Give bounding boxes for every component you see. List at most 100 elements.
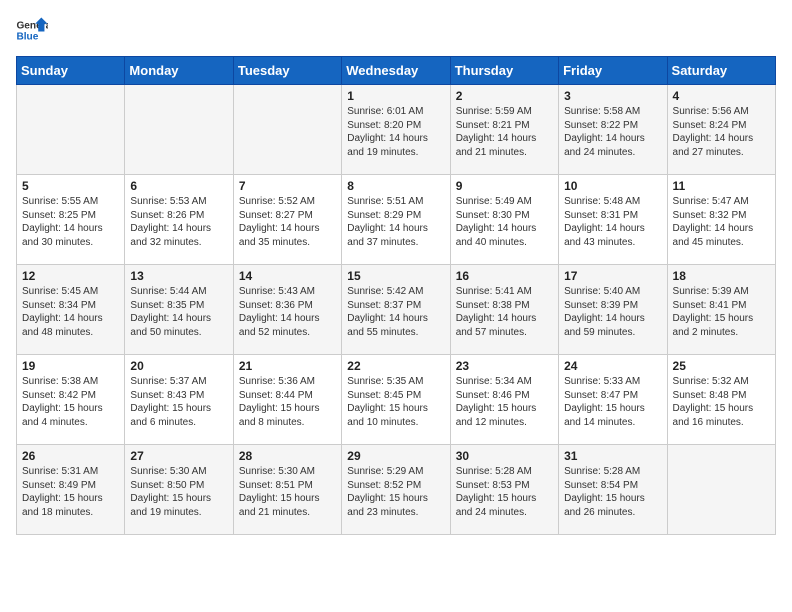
calendar-cell-w5-d3: 29 Sunrise: 5:29 AM Sunset: 8:52 PM Dayli… [342,445,450,535]
cell-daylight-info: Sunrise: 5:33 AM Sunset: 8:47 PM Dayligh… [564,375,661,429]
logo: General Blue [16,16,48,44]
day-number: 30 [456,449,553,463]
day-number: 5 [22,179,119,193]
day-number: 20 [130,359,227,373]
cell-daylight-info: Sunrise: 5:28 AM Sunset: 8:53 PM Dayligh… [456,465,553,519]
calendar-cell-w4-d3: 22Sunrise: 5:35 AM Sunset: 8:45 PM Dayli… [342,355,450,445]
calendar-cell-w1-d3: 1 Sunrise: 6:01 AM Sunset: 8:20 PM Daylig… [342,85,450,175]
calendar-week-5: 26Sunrise: 5:31 AM Sunset: 8:49 PM Dayli… [17,445,776,535]
calendar-cell-w1-d0 [17,85,125,175]
cell-daylight-info: Sunrise: 5:49 AM Sunset: 8:30 PM Dayligh… [456,195,553,249]
calendar-cell-w2-d5: 10Sunrise: 5:48 AM Sunset: 8:31 PM Dayli… [559,175,667,265]
cell-daylight-info: Sunrise: 5:58 AM Sunset: 8:22 PM Dayligh… [564,105,661,159]
day-number: 6 [130,179,227,193]
cell-daylight-info: Sunrise: 5:38 AM Sunset: 8:42 PM Dayligh… [22,375,119,429]
cell-daylight-info: Sunrise: 5:36 AM Sunset: 8:44 PM Dayligh… [239,375,336,429]
calendar-cell-w3-d3: 15 Sunrise: 5:42 AM Sunset: 8:37 PM Dayli… [342,265,450,355]
cell-daylight-info: Sunrise: 5:30 AM Sunset: 8:50 PM Dayligh… [130,465,227,519]
calendar-cell-w3-d2: 14 Sunrise: 5:43 AM Sunset: 8:36 PM Dayli… [233,265,341,355]
cell-daylight-info: Sunrise: 5:47 AM Sunset: 8:32 PM Dayligh… [673,195,770,249]
day-number: 24 [564,359,661,373]
day-number: 14 [239,269,336,283]
calendar-cell-w5-d6 [667,445,775,535]
day-number: 23 [456,359,553,373]
calendar-cell-w5-d0: 26Sunrise: 5:31 AM Sunset: 8:49 PM Dayli… [17,445,125,535]
calendar-cell-w3-d5: 17Sunrise: 5:40 AM Sunset: 8:39 PM Dayli… [559,265,667,355]
day-number: 18 [673,269,770,283]
calendar-cell-w4-d2: 21Sunrise: 5:36 AM Sunset: 8:44 PM Dayli… [233,355,341,445]
calendar-cell-w3-d1: 13Sunrise: 5:44 AM Sunset: 8:35 PM Dayli… [125,265,233,355]
day-number: 1 [347,89,444,103]
day-number: 19 [22,359,119,373]
cell-daylight-info: Sunrise: 5:32 AM Sunset: 8:48 PM Dayligh… [673,375,770,429]
calendar-header-row: SundayMondayTuesdayWednesdayThursdayFrid… [17,57,776,85]
header-tuesday: Tuesday [233,57,341,85]
calendar-cell-w3-d4: 16 Sunrise: 5:41 AM Sunset: 8:38 PM Dayli… [450,265,558,355]
calendar-cell-w1-d2 [233,85,341,175]
calendar-cell-w3-d6: 18Sunrise: 5:39 AM Sunset: 8:41 PM Dayli… [667,265,775,355]
cell-daylight-info: Sunrise: 5:48 AM Sunset: 8:31 PM Dayligh… [564,195,661,249]
day-number: 31 [564,449,661,463]
day-number: 12 [22,269,119,283]
cell-daylight-info: Sunrise: 5:42 AM Sunset: 8:37 PM Dayligh… [347,285,444,339]
calendar-cell-w2-d2: 7Sunrise: 5:52 AM Sunset: 8:27 PM Daylig… [233,175,341,265]
cell-daylight-info: Sunrise: 5:40 AM Sunset: 8:39 PM Dayligh… [564,285,661,339]
calendar-week-2: 5 Sunrise: 5:55 AM Sunset: 8:25 PM Daylig… [17,175,776,265]
cell-daylight-info: Sunrise: 5:43 AM Sunset: 8:36 PM Dayligh… [239,285,336,339]
calendar-cell-w4-d6: 25 Sunrise: 5:32 AM Sunset: 8:48 PM Dayli… [667,355,775,445]
cell-daylight-info: Sunrise: 5:30 AM Sunset: 8:51 PM Dayligh… [239,465,336,519]
calendar-cell-w4-d5: 24 Sunrise: 5:33 AM Sunset: 8:47 PM Dayli… [559,355,667,445]
header-saturday: Saturday [667,57,775,85]
cell-daylight-info: Sunrise: 5:41 AM Sunset: 8:38 PM Dayligh… [456,285,553,339]
cell-daylight-info: Sunrise: 5:34 AM Sunset: 8:46 PM Dayligh… [456,375,553,429]
day-number: 16 [456,269,553,283]
day-number: 29 [347,449,444,463]
calendar-cell-w4-d0: 19 Sunrise: 5:38 AM Sunset: 8:42 PM Dayli… [17,355,125,445]
cell-daylight-info: Sunrise: 6:01 AM Sunset: 8:20 PM Dayligh… [347,105,444,159]
calendar-cell-w5-d4: 30 Sunrise: 5:28 AM Sunset: 8:53 PM Dayli… [450,445,558,535]
calendar-cell-w2-d4: 9 Sunrise: 5:49 AM Sunset: 8:30 PM Daylig… [450,175,558,265]
cell-daylight-info: Sunrise: 5:55 AM Sunset: 8:25 PM Dayligh… [22,195,119,249]
header-friday: Friday [559,57,667,85]
cell-daylight-info: Sunrise: 5:37 AM Sunset: 8:43 PM Dayligh… [130,375,227,429]
cell-daylight-info: Sunrise: 5:44 AM Sunset: 8:35 PM Dayligh… [130,285,227,339]
header-wednesday: Wednesday [342,57,450,85]
cell-daylight-info: Sunrise: 5:53 AM Sunset: 8:26 PM Dayligh… [130,195,227,249]
day-number: 25 [673,359,770,373]
day-number: 15 [347,269,444,283]
calendar-cell-w2-d3: 8Sunrise: 5:51 AM Sunset: 8:29 PM Daylig… [342,175,450,265]
cell-daylight-info: Sunrise: 5:35 AM Sunset: 8:45 PM Dayligh… [347,375,444,429]
cell-daylight-info: Sunrise: 5:52 AM Sunset: 8:27 PM Dayligh… [239,195,336,249]
calendar-cell-w1-d4: 2 Sunrise: 5:59 AM Sunset: 8:21 PM Daylig… [450,85,558,175]
calendar-cell-w3-d0: 12 Sunrise: 5:45 AM Sunset: 8:34 PM Dayli… [17,265,125,355]
calendar-cell-w5-d2: 28 Sunrise: 5:30 AM Sunset: 8:51 PM Dayli… [233,445,341,535]
calendar-cell-w2-d0: 5 Sunrise: 5:55 AM Sunset: 8:25 PM Daylig… [17,175,125,265]
day-number: 4 [673,89,770,103]
cell-daylight-info: Sunrise: 5:31 AM Sunset: 8:49 PM Dayligh… [22,465,119,519]
day-number: 3 [564,89,661,103]
calendar-cell-w2-d6: 11 Sunrise: 5:47 AM Sunset: 8:32 PM Dayli… [667,175,775,265]
header-sunday: Sunday [17,57,125,85]
cell-daylight-info: Sunrise: 5:45 AM Sunset: 8:34 PM Dayligh… [22,285,119,339]
cell-daylight-info: Sunrise: 5:56 AM Sunset: 8:24 PM Dayligh… [673,105,770,159]
day-number: 9 [456,179,553,193]
calendar-cell-w5-d1: 27 Sunrise: 5:30 AM Sunset: 8:50 PM Dayli… [125,445,233,535]
calendar-cell-w5-d5: 31 Sunrise: 5:28 AM Sunset: 8:54 PM Dayli… [559,445,667,535]
calendar-cell-w4-d4: 23 Sunrise: 5:34 AM Sunset: 8:46 PM Dayli… [450,355,558,445]
calendar-table: SundayMondayTuesdayWednesdayThursdayFrid… [16,56,776,535]
cell-daylight-info: Sunrise: 5:59 AM Sunset: 8:21 PM Dayligh… [456,105,553,159]
calendar-cell-w1-d1 [125,85,233,175]
cell-daylight-info: Sunrise: 5:28 AM Sunset: 8:54 PM Dayligh… [564,465,661,519]
header-thursday: Thursday [450,57,558,85]
calendar-cell-w1-d6: 4 Sunrise: 5:56 AM Sunset: 8:24 PM Daylig… [667,85,775,175]
day-number: 2 [456,89,553,103]
day-number: 28 [239,449,336,463]
calendar-week-4: 19 Sunrise: 5:38 AM Sunset: 8:42 PM Dayli… [17,355,776,445]
day-number: 27 [130,449,227,463]
calendar-week-1: 1 Sunrise: 6:01 AM Sunset: 8:20 PM Daylig… [17,85,776,175]
header-monday: Monday [125,57,233,85]
cell-daylight-info: Sunrise: 5:51 AM Sunset: 8:29 PM Dayligh… [347,195,444,249]
day-number: 11 [673,179,770,193]
calendar-week-3: 12 Sunrise: 5:45 AM Sunset: 8:34 PM Dayli… [17,265,776,355]
cell-daylight-info: Sunrise: 5:29 AM Sunset: 8:52 PM Dayligh… [347,465,444,519]
